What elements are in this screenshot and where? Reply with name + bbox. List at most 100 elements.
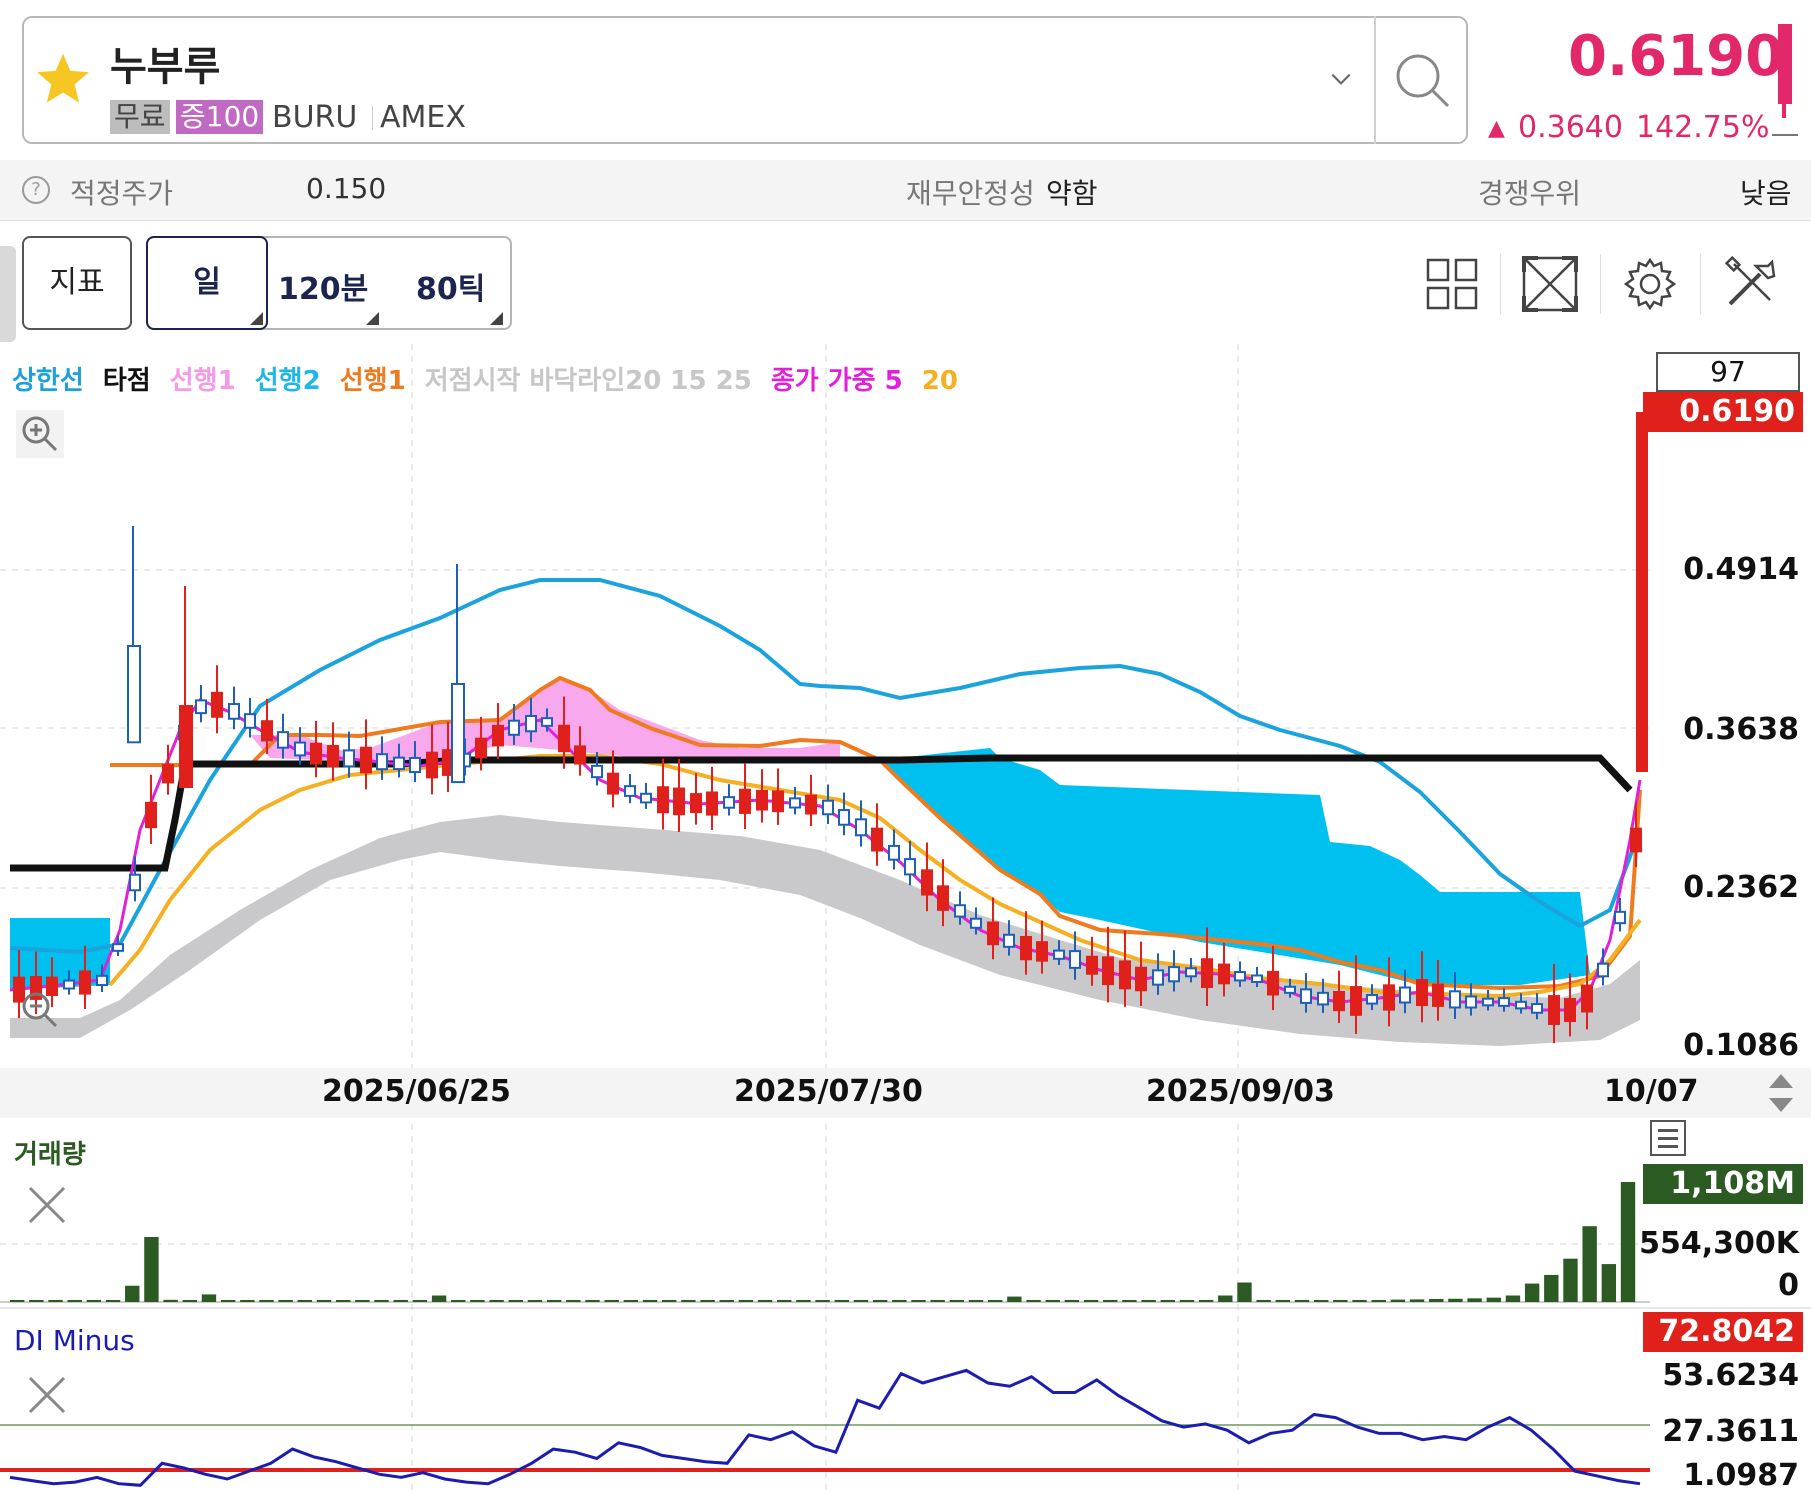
stock-chart[interactable]: [0, 344, 1811, 1494]
y-label: 0.4914: [1683, 552, 1799, 587]
candle: [888, 844, 900, 861]
price-candle-icon: [1778, 24, 1792, 104]
margin-badge: 증100: [176, 100, 264, 134]
legend-leading-span1: 선행1: [169, 366, 236, 396]
candle: [211, 691, 223, 718]
volume-bar: [10, 1300, 25, 1302]
candle: [723, 796, 735, 809]
side-panel-handle[interactable]: [0, 246, 16, 342]
close-icon[interactable]: [22, 1180, 72, 1230]
volume-bar: [911, 1300, 926, 1302]
volume-bar: [604, 1300, 619, 1302]
candle: [244, 713, 256, 729]
volume-bars: [10, 1182, 1636, 1302]
candle: [1498, 997, 1510, 1007]
period-day-corner-icon: [250, 312, 263, 325]
y-label: 0.1086: [1683, 1028, 1799, 1063]
chevron-down-icon[interactable]: [1328, 66, 1354, 92]
help-icon[interactable]: ?: [22, 176, 50, 204]
candle: [1069, 950, 1081, 969]
y-label: 0.3638: [1683, 712, 1799, 747]
volume-bar: [1467, 1298, 1482, 1302]
zoom-in-icon[interactable]: [16, 410, 64, 458]
volume-bar: [1544, 1274, 1559, 1302]
volume-bar: [930, 1300, 945, 1302]
candle: [1102, 956, 1114, 986]
candle: [525, 714, 537, 733]
candle: [591, 764, 603, 779]
candle: [558, 724, 570, 753]
candle: [607, 772, 619, 795]
fullscreen-icon[interactable]: [1520, 254, 1580, 314]
legend-bottom-line: 저점시작 바닥라인20 15 25: [424, 366, 752, 396]
volume-bar: [144, 1237, 159, 1302]
candle: [805, 794, 817, 815]
axis-scroll-icon[interactable]: [1766, 1072, 1796, 1114]
fair-price-label: 적정주가: [70, 177, 174, 210]
volume-bar: [623, 1300, 639, 1302]
volume-bar: [1429, 1298, 1444, 1302]
financial-stability-label: 재무안정성: [906, 177, 1035, 210]
volume-bar: [393, 1300, 408, 1302]
period-80tick-button[interactable]: 80틱: [416, 264, 485, 308]
volume-bar: [1486, 1297, 1501, 1302]
volume-bar: [1045, 1300, 1060, 1302]
volume-bar: [892, 1300, 907, 1302]
volume-bar: [240, 1300, 255, 1302]
candle: [1152, 969, 1164, 986]
candle: [624, 785, 636, 797]
candle: [756, 789, 768, 811]
candle: [294, 741, 306, 757]
candle: [1218, 963, 1230, 985]
candle: [1135, 966, 1147, 992]
price-candle-base: [1772, 134, 1798, 136]
candle: [129, 873, 141, 892]
candle: [1432, 983, 1444, 1007]
x-label: 10/07: [1604, 1074, 1699, 1109]
layout-grid-icon[interactable]: [1422, 254, 1482, 314]
candle: [1284, 985, 1296, 994]
volume-bar: [988, 1300, 1003, 1302]
volume-bar: [1524, 1283, 1540, 1302]
volume-bar: [777, 1300, 792, 1302]
volume-bar: [681, 1300, 696, 1302]
indicator-button[interactable]: 지표: [22, 236, 132, 330]
volume-bar: [489, 1300, 504, 1302]
candle: [409, 756, 421, 774]
candle: [310, 742, 322, 765]
search-icon[interactable]: [1376, 18, 1466, 142]
chart-legend: 상한선 타점 선행1 선행2 선행1 저점시작 바닥라인20 15 25 종가 …: [12, 360, 968, 397]
candle: [987, 921, 999, 946]
zoom-out-icon[interactable]: [16, 986, 64, 1034]
legend-signal-point: 타점: [102, 366, 151, 396]
volume-bar: [1601, 1264, 1617, 1302]
settings-gear-icon[interactable]: [1620, 254, 1680, 314]
candle: [228, 703, 240, 720]
candle: [451, 683, 465, 784]
period-120min-button[interactable]: 120분: [278, 264, 368, 308]
candle: [1251, 974, 1263, 983]
price-change: 0.3640: [1518, 110, 1623, 145]
candle: [789, 797, 801, 809]
candle: [1383, 984, 1395, 1011]
volume-bar: [700, 1300, 715, 1302]
volume-current-tag: 1,108M: [1643, 1164, 1803, 1204]
tools-icon[interactable]: [1720, 254, 1780, 314]
candle: [1548, 995, 1560, 1025]
candle: [1201, 958, 1213, 988]
volume-bar: [1409, 1299, 1425, 1302]
volume-bar: [1352, 1300, 1367, 1302]
close-icon[interactable]: [22, 1370, 72, 1420]
candle: [1053, 949, 1065, 960]
menu-icon[interactable]: [1650, 1120, 1686, 1156]
volume-y-label: 0: [1778, 1268, 1799, 1303]
volume-bar: [642, 1300, 658, 1302]
favorite-star-icon[interactable]: [34, 50, 92, 108]
volume-bar: [1141, 1300, 1156, 1302]
volume-bar: [1333, 1300, 1348, 1302]
volume-bar: [566, 1300, 581, 1302]
toolbar-divider: [1700, 254, 1701, 314]
volume-bar: [220, 1300, 236, 1302]
candle: [360, 746, 372, 774]
volume-bar: [374, 1300, 389, 1302]
